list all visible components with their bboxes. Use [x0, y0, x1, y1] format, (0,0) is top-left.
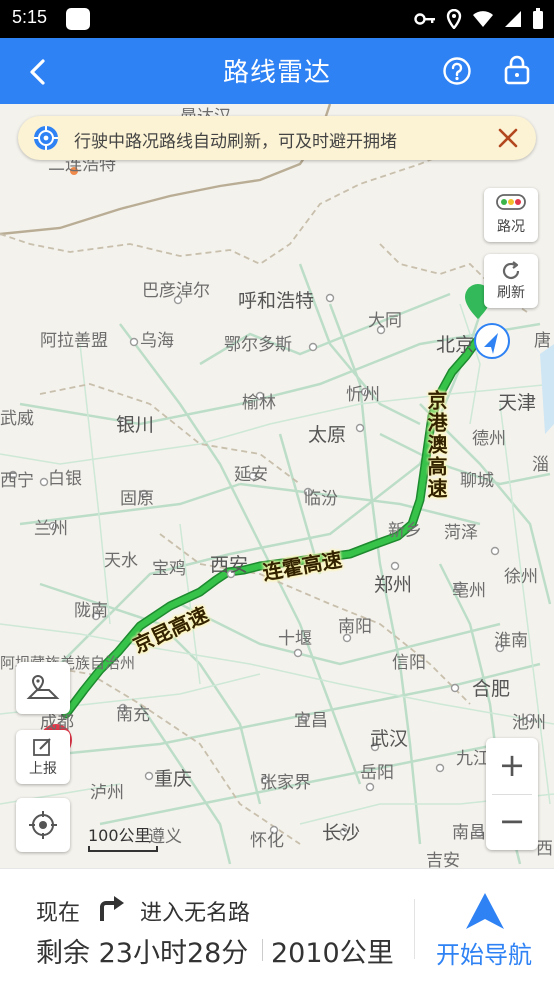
map-label-city: 武汉: [370, 728, 409, 750]
map-label-city: 白银: [48, 469, 82, 489]
map-label-city: 南阳: [338, 617, 372, 637]
map-label-city: 吉安: [426, 851, 460, 868]
map-label-city: 重庆: [154, 768, 193, 790]
map-label-city: 天水: [104, 551, 138, 571]
map-label-city: 德州: [472, 429, 506, 449]
zoom-in-button[interactable]: +: [486, 738, 538, 794]
zoom-control: + −: [486, 738, 538, 850]
map-label-city: 徐州: [504, 567, 538, 587]
zoom-out-button[interactable]: −: [486, 794, 538, 850]
banner-message: 行驶中路况路线自动刷新，可及时避开拥堵: [74, 132, 397, 152]
map-label-city: 唐: [534, 331, 551, 351]
now-label: 现在: [36, 901, 81, 926]
map-label-city: 南昌: [452, 823, 486, 843]
report-button[interactable]: 上报: [16, 730, 70, 784]
map-label-city: 十堰: [278, 629, 312, 649]
map-label-city: 大同: [368, 311, 402, 331]
divider: [262, 939, 263, 961]
map-label-city: 泸州: [90, 783, 124, 803]
map-label-city: 亳州: [452, 581, 486, 601]
map-label-city: 长沙: [322, 822, 361, 844]
map-label-city: 西: [536, 839, 553, 859]
remaining-time: 剩余 23小时28分: [36, 938, 249, 969]
map-label-city: 鄂尔多斯: [224, 335, 292, 355]
map-label-city: 延安: [234, 465, 268, 485]
wifi-icon: [473, 11, 493, 27]
map-label-city: 西安: [210, 554, 249, 576]
map-view[interactable]: 曼达汉 二连浩特 巴彦淖尔 呼和浩特 大同 北京 唐 阿拉善盟 乌海 鄂尔多斯 …: [0, 104, 554, 868]
map-label-city: 菏泽: [444, 523, 478, 543]
edit-icon: [33, 738, 51, 756]
map-label-city: 淄: [532, 455, 549, 475]
locate-icon: [29, 811, 57, 839]
traffic-button[interactable]: 路况: [484, 188, 538, 242]
map-label-city: 太原: [308, 424, 347, 446]
remaining-distance: 2010公里: [271, 938, 394, 969]
status-time: 5:15: [12, 7, 48, 27]
map-label-city: 临汾: [304, 489, 338, 509]
map-label-city: 池州: [512, 713, 546, 733]
status-bar: 5:15: [0, 0, 554, 38]
refresh-button[interactable]: 刷新: [484, 254, 538, 308]
highway-label: 京港澳高速: [424, 390, 448, 500]
map-pin-icon: [26, 674, 60, 699]
auto-refresh-banner: 行驶中路况路线自动刷新，可及时避开拥堵: [18, 116, 536, 160]
route-info-panel: 现在 进入无名路 剩余 23小时28分 2010公里 开始导航: [0, 868, 554, 984]
key-icon: [414, 13, 435, 25]
signal-icon: [505, 11, 521, 27]
header-bar: 路线雷达: [0, 38, 554, 104]
map-label-city: 南充: [116, 705, 150, 725]
radar-target-icon: [34, 126, 58, 150]
scale-bar: [88, 846, 158, 852]
map-label-city: 怀化: [250, 831, 284, 851]
map-label-city: 郑州: [374, 574, 413, 596]
traffic-label: 路况: [497, 219, 525, 235]
divider: [414, 899, 415, 959]
map-label-city: 淮南: [494, 631, 528, 651]
refresh-label: 刷新: [497, 285, 525, 301]
system-icons: [414, 8, 544, 30]
map-label-city: 天津: [498, 392, 537, 414]
app-notification-icon: [66, 8, 90, 30]
battery-icon: [533, 8, 543, 29]
refresh-icon: [502, 261, 520, 280]
location-icon: [446, 9, 462, 29]
map-label-city: 西宁: [0, 471, 34, 491]
map-label-city: 信阳: [392, 653, 426, 673]
map-label-city: 新乡: [388, 521, 422, 541]
map-label-city: 九江: [456, 749, 490, 769]
map-label-city: 合肥: [472, 678, 511, 700]
map-label-city: 呼和浩特: [238, 290, 315, 312]
help-icon[interactable]: [442, 56, 472, 86]
map-label-city: 张家界: [260, 773, 311, 793]
start-navigation-button[interactable]: 开始导航: [436, 935, 532, 970]
route-overview-button[interactable]: [16, 662, 70, 714]
locate-button[interactable]: [16, 798, 70, 852]
map-label-city: 榆林: [242, 393, 276, 413]
traffic-light-icon: [496, 194, 526, 210]
map-label-city: 忻州: [346, 385, 380, 405]
report-label: 上报: [29, 761, 57, 777]
map-label-city: 巴彦淖尔: [142, 281, 210, 301]
map-label-city: 宜昌: [294, 711, 328, 731]
map-label-city: 兰州: [34, 519, 68, 539]
map-label-city: 乌海: [140, 331, 174, 351]
map-label-city: 聊城: [460, 471, 494, 491]
map-label-city: 北京: [436, 334, 475, 356]
turn-right-icon: [100, 896, 124, 921]
map-label-city: 阿拉善盟: [40, 331, 108, 351]
road-name: 进入无名路: [140, 901, 251, 926]
lock-icon[interactable]: [501, 54, 533, 86]
close-icon[interactable]: [496, 126, 520, 150]
map-label-city: 银川: [116, 414, 155, 436]
map-label-city: 岳阳: [360, 763, 394, 783]
map-label-city: 宝鸡: [152, 559, 186, 579]
navigation-arrow-icon[interactable]: [462, 891, 508, 931]
map-label-city: 陇南: [74, 601, 108, 621]
map-label-city: 固原: [120, 489, 154, 509]
map-label-city: 武威: [0, 409, 34, 429]
scale-label: 100公里: [88, 826, 151, 845]
map-label-city: 遵义: [148, 827, 182, 847]
